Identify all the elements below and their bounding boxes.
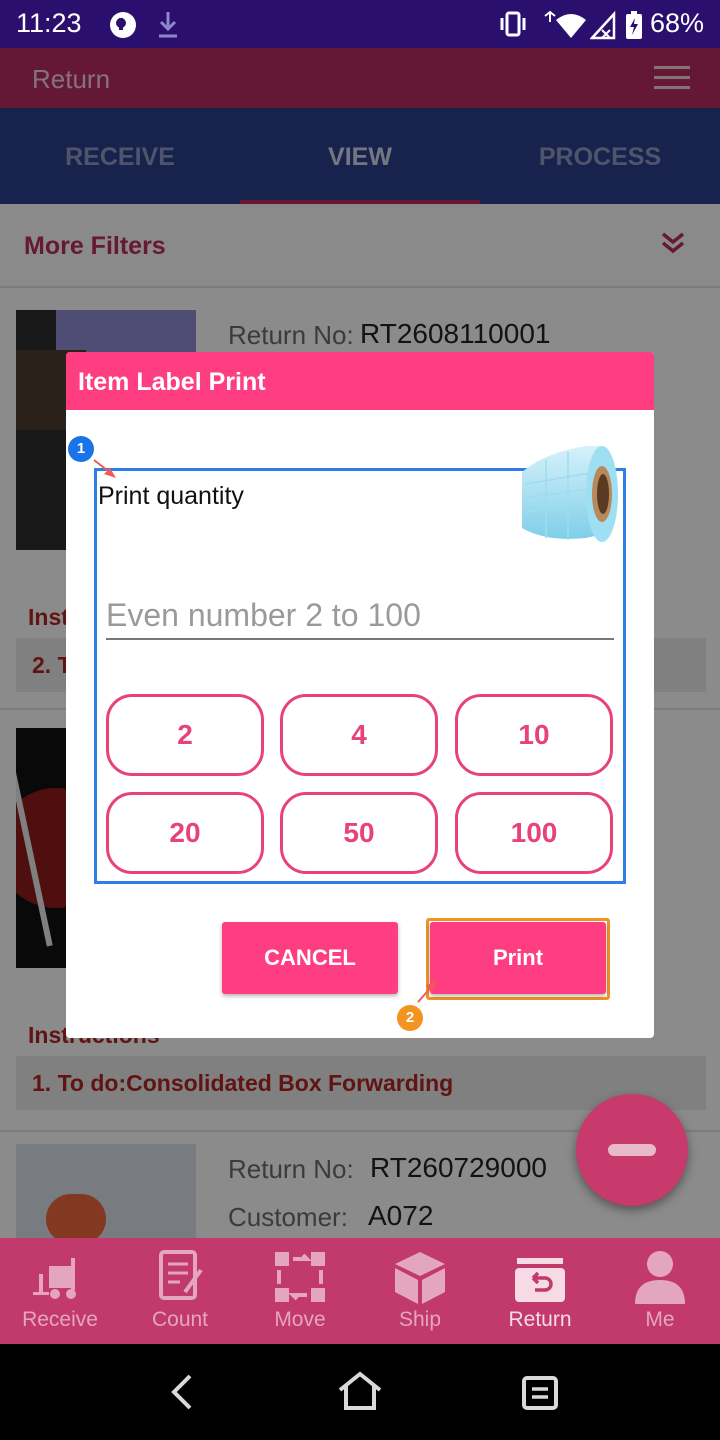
app-notification-icon: [110, 12, 136, 38]
nav-item-me[interactable]: Me: [600, 1238, 720, 1344]
item-label-print-dialog: Item Label Print Print quantity 2 4 10 2…: [66, 352, 654, 1038]
nav-item-count[interactable]: Count: [120, 1238, 240, 1344]
home-icon[interactable]: [336, 1370, 384, 1412]
minus-icon: [608, 1144, 656, 1156]
marker-2-arrow: [417, 980, 436, 1003]
nav-item-move[interactable]: Move: [240, 1238, 360, 1344]
return-tray-icon: [515, 1258, 565, 1302]
print-quantity-input[interactable]: [106, 592, 614, 640]
annotation-marker-2: 2: [397, 1005, 423, 1031]
quantity-20-button[interactable]: 20: [106, 792, 264, 874]
system-navigation-bar: [0, 1344, 720, 1440]
signal-icon: [590, 10, 616, 40]
print-button[interactable]: Print: [430, 922, 606, 994]
nav-label-move: Move: [274, 1308, 326, 1331]
status-bar: 11:23 68%: [0, 0, 720, 48]
quantity-100-button[interactable]: 100: [455, 792, 613, 874]
download-icon: [159, 12, 177, 38]
recents-icon[interactable]: [520, 1374, 560, 1410]
person-icon: [635, 1251, 685, 1304]
nav-item-ship[interactable]: Ship: [360, 1238, 480, 1344]
nav-item-receive[interactable]: Receive: [0, 1238, 120, 1344]
battery-percent: 68%: [649, 8, 704, 38]
collapse-fab-button[interactable]: [576, 1094, 688, 1206]
cancel-button[interactable]: CANCEL: [222, 922, 398, 994]
print-quantity-label: Print quantity: [98, 482, 244, 510]
box-icon: [395, 1252, 445, 1304]
move-arrows-icon: [275, 1252, 325, 1302]
nav-label-me: Me: [645, 1308, 675, 1331]
nav-label-return: Return: [508, 1308, 572, 1331]
quantity-2-button[interactable]: 2: [106, 694, 264, 776]
wifi-icon: [544, 10, 586, 38]
annotation-marker-1: 1: [68, 436, 94, 462]
quantity-50-button[interactable]: 50: [280, 792, 438, 874]
nav-label-count: Count: [151, 1308, 209, 1331]
quantity-4-button[interactable]: 4: [280, 694, 438, 776]
bottom-navigation: Receive Count Move Ship Return Me: [0, 1238, 720, 1344]
quantity-10-button[interactable]: 10: [455, 694, 613, 776]
battery-icon: [626, 11, 642, 39]
nav-item-return[interactable]: Return: [480, 1238, 600, 1344]
back-icon[interactable]: [166, 1372, 198, 1412]
vibrate-icon: [500, 11, 526, 37]
status-time: 11:23: [16, 8, 82, 38]
forklift-icon: [33, 1258, 76, 1299]
marker-1-arrow: [93, 459, 116, 478]
label-roll-icon: [522, 446, 618, 542]
dialog-title: Item Label Print: [66, 352, 654, 410]
clipboard-icon: [159, 1250, 203, 1300]
nav-label-receive: Receive: [22, 1308, 98, 1331]
nav-label-ship: Ship: [398, 1308, 442, 1331]
